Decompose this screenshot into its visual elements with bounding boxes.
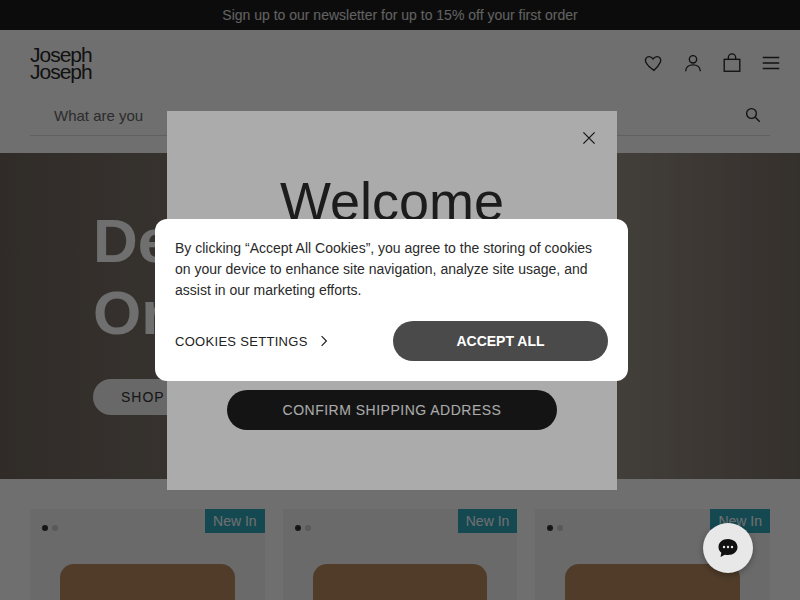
cookie-text: By clicking “Accept All Cookies”, you ag… <box>175 238 608 301</box>
chevron-right-icon <box>320 335 328 347</box>
chat-icon <box>716 536 740 560</box>
cookie-banner: By clicking “Accept All Cookies”, you ag… <box>155 219 628 381</box>
cookie-actions: COOKIES SETTINGS ACCEPT ALL <box>175 321 608 361</box>
accept-all-button[interactable]: ACCEPT ALL <box>393 321 608 361</box>
cookie-settings-label: COOKIES SETTINGS <box>175 334 308 349</box>
page: Sign up to our newsletter for up to 15% … <box>0 0 800 600</box>
cookie-settings-link[interactable]: COOKIES SETTINGS <box>175 334 328 349</box>
chat-button[interactable] <box>703 523 753 573</box>
